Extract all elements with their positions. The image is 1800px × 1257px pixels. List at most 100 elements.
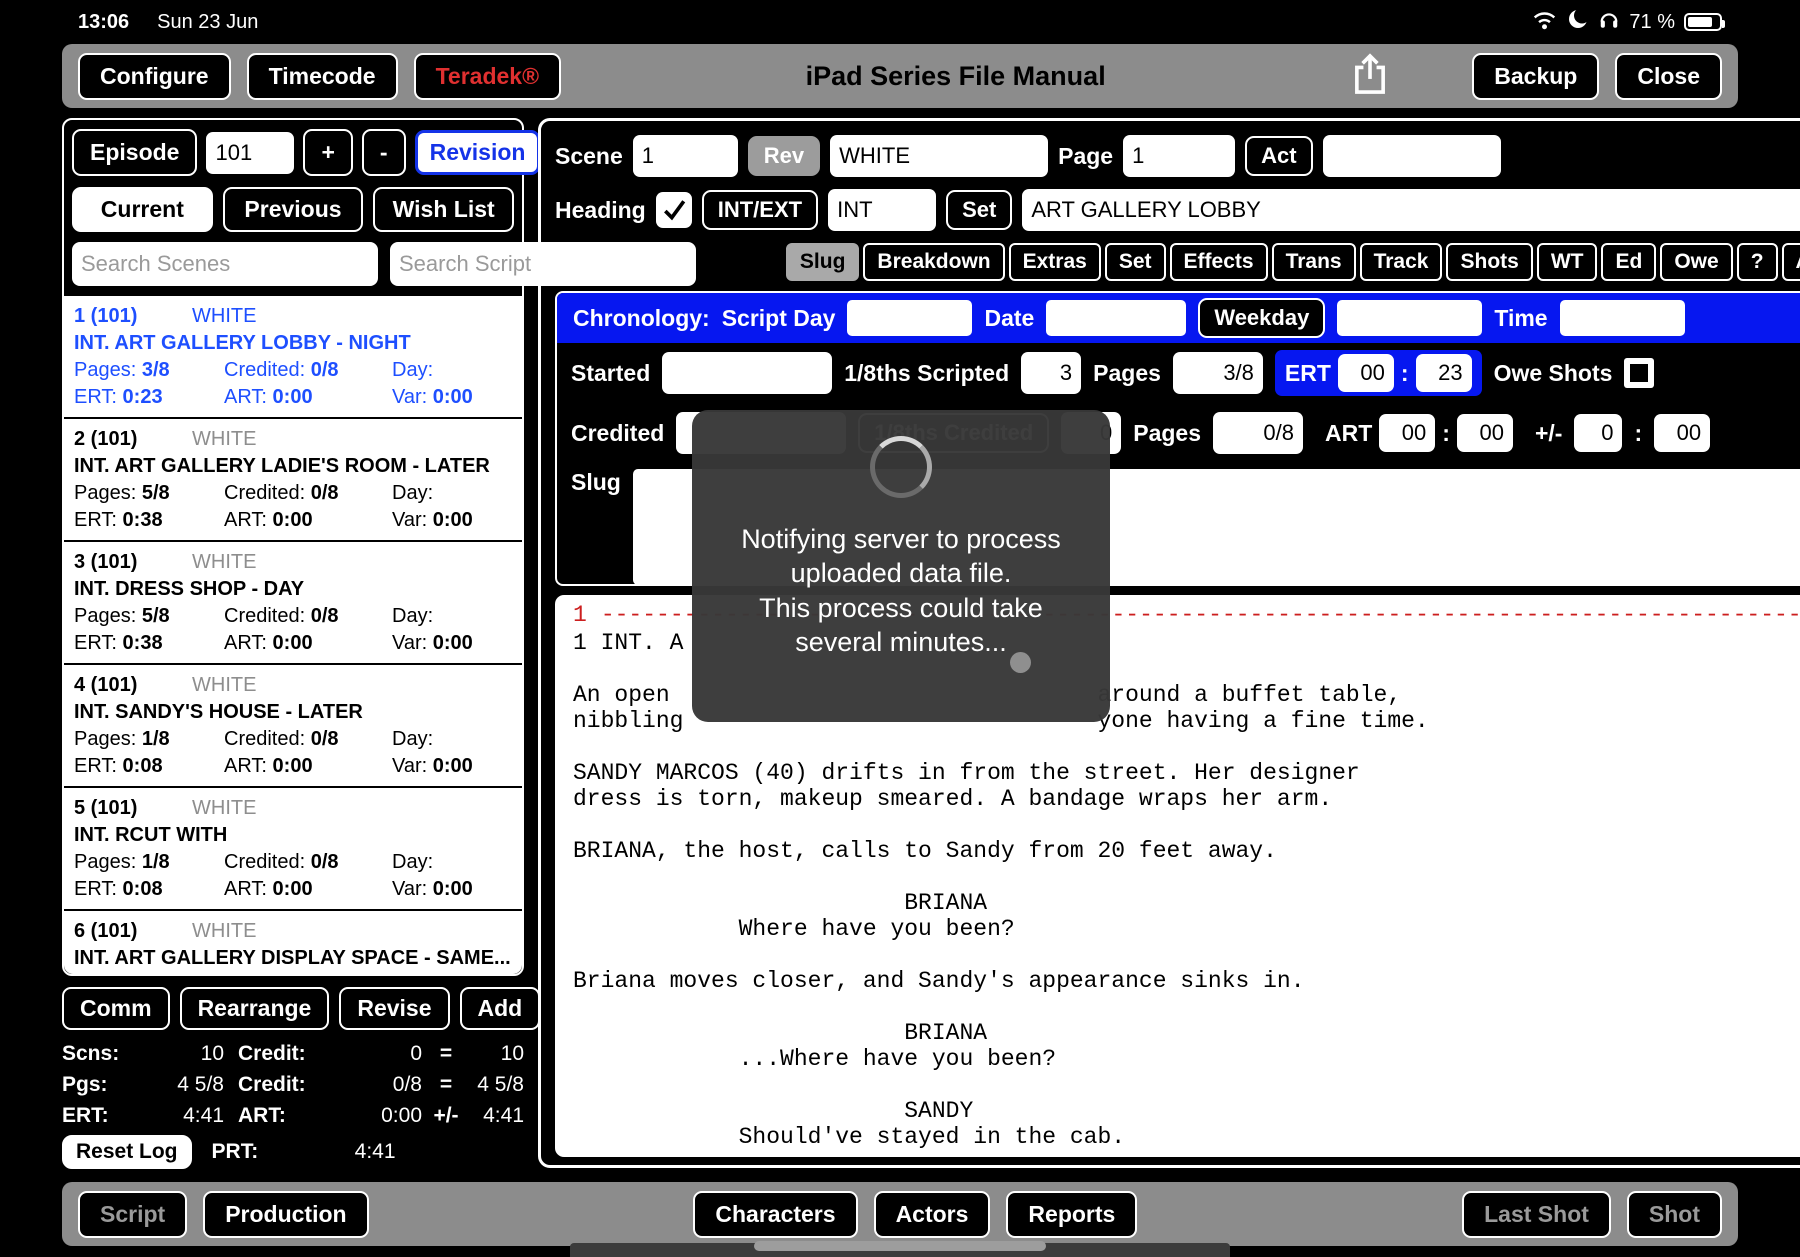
int-ext-field[interactable] (828, 189, 936, 231)
scene-list-panel: Episode + - Revision Current Previous Wi… (62, 118, 524, 976)
act-field[interactable] (1323, 135, 1501, 177)
home-indicator[interactable] (754, 1241, 1046, 1251)
scene-rev-color: WHITE (192, 549, 256, 576)
tab-current[interactable]: Current (72, 187, 213, 232)
tab-track[interactable]: Track (1360, 243, 1443, 281)
scene-list-item[interactable]: 2 (101)WHITE INT. ART GALLERY LADIE'S RO… (64, 419, 522, 542)
tab-wish-list[interactable]: Wish List (373, 187, 514, 232)
started-field[interactable] (662, 352, 832, 394)
timecode-button[interactable]: Timecode (247, 53, 398, 100)
tab-question[interactable]: ? (1737, 243, 1778, 281)
prt-label: PRT: (212, 1140, 304, 1164)
int-ext-button[interactable]: INT/EXT (702, 190, 818, 230)
tab-previous[interactable]: Previous (223, 187, 364, 232)
art-label: ART: (238, 1104, 330, 1128)
add-button[interactable]: Add (460, 987, 541, 1030)
art-value: 0:00 (330, 1104, 422, 1128)
weekday-button[interactable]: Weekday (1198, 298, 1325, 338)
plus-minus-label: +/- (1535, 420, 1562, 447)
script-nav-button[interactable]: Script (78, 1191, 187, 1238)
pages-scripted-field[interactable] (1173, 352, 1263, 394)
backup-button[interactable]: Backup (1472, 53, 1599, 100)
pages-scripted-label: Pages (1093, 360, 1161, 387)
art-label: ART (1325, 420, 1372, 447)
reports-nav-button[interactable]: Reports (1006, 1191, 1137, 1238)
scene-actions: Comm Rearrange Revise Add (62, 987, 524, 1030)
scene-list-item[interactable]: 4 (101)WHITE INT. SANDY'S HOUSE - LATER … (64, 665, 522, 788)
tab-trans[interactable]: Trans (1272, 243, 1356, 281)
scene-rev-color: WHITE (192, 918, 256, 945)
tab-wt[interactable]: WT (1537, 243, 1598, 281)
scene-list-item[interactable]: 6 (101)WHITE INT. ART GALLERY DISPLAY SP… (64, 911, 522, 974)
script-day-field[interactable] (847, 300, 972, 336)
art-minutes-field[interactable] (1457, 414, 1513, 452)
tab-set[interactable]: Set (1105, 243, 1166, 281)
activity-spinner-icon (870, 436, 932, 498)
configure-button[interactable]: Configure (78, 53, 231, 100)
scene-label: Scene (555, 143, 623, 170)
rev-color-field[interactable] (830, 135, 1048, 177)
ert-hours-field[interactable] (1338, 354, 1394, 392)
scene-number-field[interactable] (633, 135, 738, 177)
ert-label: ERT (1285, 360, 1331, 387)
time-field[interactable] (1560, 300, 1685, 336)
comm-button[interactable]: Comm (62, 987, 170, 1030)
revision-button[interactable]: Revision (415, 130, 541, 175)
close-button[interactable]: Close (1615, 53, 1722, 100)
heading-checkbox[interactable] (656, 192, 692, 228)
production-nav-button[interactable]: Production (203, 1191, 368, 1238)
tab-attachments[interactable]: Attachments (1782, 243, 1800, 281)
episode-minus-button[interactable]: - (362, 129, 406, 176)
scene-heading: INT. SANDY'S HOUSE - LATER (74, 699, 512, 726)
tab-shots[interactable]: Shots (1446, 243, 1532, 281)
share-button[interactable] (1350, 51, 1390, 102)
teradek-button[interactable]: Teradek® (414, 53, 561, 100)
episode-plus-button[interactable]: + (303, 129, 352, 176)
page-number-field[interactable] (1123, 135, 1235, 177)
date-field[interactable] (1046, 300, 1186, 336)
scene-heading: INT. DRESS SHOP - DAY (74, 576, 512, 603)
scns-value: 10 (144, 1042, 224, 1066)
tab-effects[interactable]: Effects (1170, 243, 1268, 281)
rearrange-button[interactable]: Rearrange (180, 987, 330, 1030)
spinner-dot-icon (1010, 652, 1031, 673)
progress-message: Notifying server to process uploaded dat… (741, 522, 1061, 659)
credit-pages-value: 0/8 (330, 1073, 422, 1097)
episode-number-field[interactable] (206, 132, 294, 174)
actors-nav-button[interactable]: Actors (874, 1191, 991, 1238)
characters-nav-button[interactable]: Characters (693, 1191, 857, 1238)
rev-button[interactable]: Rev (748, 136, 820, 176)
episode-button[interactable]: Episode (72, 129, 197, 176)
tab-slug[interactable]: Slug (786, 243, 860, 281)
owe-shots-checkbox[interactable] (1624, 358, 1654, 388)
scene-list-item[interactable]: 5 (101)WHITE INT. RCUT WITH Pages: 1/8Cr… (64, 788, 522, 911)
shot-button[interactable]: Shot (1627, 1191, 1722, 1238)
act-button[interactable]: Act (1245, 136, 1312, 176)
search-scenes-input[interactable] (72, 242, 378, 286)
eighths-scripted-field[interactable] (1021, 352, 1081, 394)
tab-owe[interactable]: Owe (1660, 243, 1732, 281)
art-hours-field[interactable] (1379, 414, 1435, 452)
script-day-label: Script Day (722, 305, 836, 332)
scene-list-item[interactable]: 1 (101)WHITE INT. ART GALLERY LOBBY - NI… (64, 296, 522, 419)
revise-button[interactable]: Revise (339, 987, 449, 1030)
ert-minutes-field[interactable] (1416, 354, 1472, 392)
scene-list-item[interactable]: 3 (101)WHITE INT. DRESS SHOP - DAY Pages… (64, 542, 522, 665)
weekday-field[interactable] (1337, 300, 1482, 336)
tab-breakdown[interactable]: Breakdown (863, 243, 1004, 281)
top-toolbar: Configure Timecode Teradek® iPad Series … (62, 44, 1738, 108)
pages-credited-field[interactable] (1213, 412, 1303, 454)
last-shot-button[interactable]: Last Shot (1462, 1191, 1611, 1238)
wifi-icon (1531, 9, 1558, 36)
scene-heading: INT. ART GALLERY LADIE'S ROOM - LATER (74, 453, 512, 480)
set-button[interactable]: Set (946, 190, 1012, 230)
scene-number: 5 (101) (74, 795, 192, 822)
reset-log-button[interactable]: Reset Log (62, 1135, 192, 1169)
tab-extras[interactable]: Extras (1009, 243, 1101, 281)
scene-rev-color: WHITE (192, 303, 256, 330)
variance-minutes-field[interactable] (1654, 414, 1710, 452)
variance-hours-field[interactable] (1574, 414, 1622, 452)
chronology-bar: Chronology: Script Day Date Weekday Time (557, 293, 1800, 343)
set-field[interactable] (1022, 189, 1800, 231)
tab-ed[interactable]: Ed (1601, 243, 1656, 281)
